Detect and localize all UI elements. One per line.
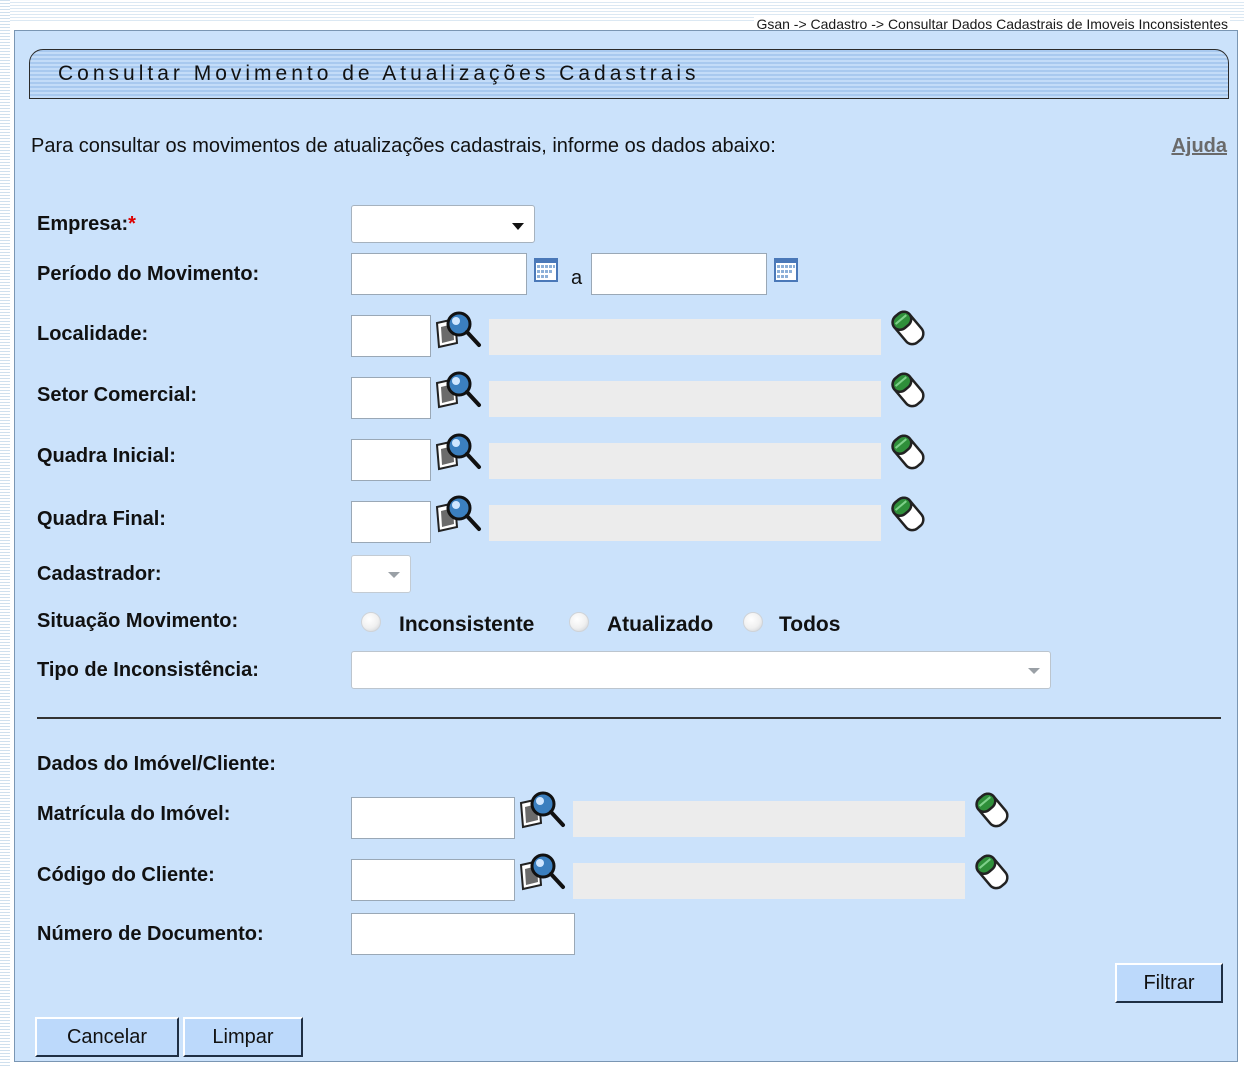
magnifier-search-icon[interactable] xyxy=(433,369,485,409)
documento-input[interactable] xyxy=(351,913,575,955)
eraser-icon[interactable] xyxy=(973,851,1011,893)
radio-todos[interactable] xyxy=(743,612,763,632)
magnifier-search-icon[interactable] xyxy=(517,851,569,891)
chevron-down-icon xyxy=(388,572,400,578)
matricula-description xyxy=(573,801,965,837)
periodo-inicial-input[interactable] xyxy=(351,253,527,295)
radio-atualizado-label: Atualizado xyxy=(607,613,714,636)
magnifier-search-icon[interactable] xyxy=(433,431,485,471)
main-panel: Consultar Movimento de Atualizações Cada… xyxy=(14,30,1238,1062)
calendar-icon[interactable] xyxy=(533,257,559,283)
cliente-description xyxy=(573,863,965,899)
documento-label: Número de Documento: xyxy=(37,923,264,945)
dados-section-title: Dados do Imóvel/Cliente: xyxy=(37,753,276,775)
periodo-label: Período do Movimento: xyxy=(37,263,260,285)
matricula-input[interactable] xyxy=(351,797,515,839)
setor-input[interactable] xyxy=(351,377,431,419)
magnifier-search-icon[interactable] xyxy=(433,493,485,533)
matricula-label: Matrícula do Imóvel: xyxy=(37,803,231,825)
eraser-icon[interactable] xyxy=(973,789,1011,831)
required-mark: * xyxy=(128,213,136,235)
setor-description xyxy=(489,381,881,417)
eraser-icon[interactable] xyxy=(889,493,927,535)
periodo-final-input[interactable] xyxy=(591,253,767,295)
quadra-inicial-label: Quadra Inicial: xyxy=(37,445,176,467)
chevron-down-icon xyxy=(1028,668,1040,674)
localidade-label: Localidade: xyxy=(37,323,149,345)
periodo-separator: a xyxy=(571,267,583,289)
intro-text: Para consultar os movimentos de atualiza… xyxy=(31,135,776,157)
empresa-label: Empresa:* xyxy=(37,213,136,235)
eraser-icon[interactable] xyxy=(889,369,927,411)
quadra-inicial-input[interactable] xyxy=(351,439,431,481)
radio-inconsistente-label: Inconsistente xyxy=(399,613,535,636)
page-left-border xyxy=(0,0,10,1068)
quadra-final-input[interactable] xyxy=(351,501,431,543)
cliente-input[interactable] xyxy=(351,859,515,901)
tipo-inconsistencia-select[interactable] xyxy=(351,651,1051,689)
eraser-icon[interactable] xyxy=(889,431,927,473)
help-link[interactable]: Ajuda xyxy=(1171,135,1227,158)
localidade-description xyxy=(489,319,881,355)
magnifier-search-icon[interactable] xyxy=(517,789,569,829)
limpar-button[interactable]: Limpar xyxy=(183,1017,303,1057)
radio-todos-label: Todos xyxy=(779,613,841,636)
quadra-inicial-description xyxy=(489,443,881,479)
magnifier-search-icon[interactable] xyxy=(433,309,485,349)
cadastrador-label: Cadastrador: xyxy=(37,563,162,585)
localidade-input[interactable] xyxy=(351,315,431,357)
empresa-select[interactable] xyxy=(351,205,535,243)
radio-atualizado[interactable] xyxy=(569,612,589,632)
page-title: Consultar Movimento de Atualizações Cada… xyxy=(58,62,700,85)
cliente-label: Código do Cliente: xyxy=(37,864,215,886)
radio-inconsistente[interactable] xyxy=(361,612,381,632)
section-divider xyxy=(37,717,1221,719)
title-bar: Consultar Movimento de Atualizações Cada… xyxy=(29,49,1229,99)
eraser-icon[interactable] xyxy=(889,307,927,349)
quadra-final-label: Quadra Final: xyxy=(37,508,166,530)
cadastrador-select[interactable] xyxy=(351,555,411,593)
situacao-label: Situação Movimento: xyxy=(37,610,239,632)
setor-label: Setor Comercial: xyxy=(37,384,198,406)
quadra-final-description xyxy=(489,505,881,541)
cancelar-button[interactable]: Cancelar xyxy=(35,1017,179,1057)
calendar-icon[interactable] xyxy=(773,257,799,283)
filtrar-button[interactable]: Filtrar xyxy=(1115,963,1223,1003)
chevron-down-icon xyxy=(512,223,524,230)
tipo-inconsistencia-label: Tipo de Inconsistência: xyxy=(37,659,259,681)
